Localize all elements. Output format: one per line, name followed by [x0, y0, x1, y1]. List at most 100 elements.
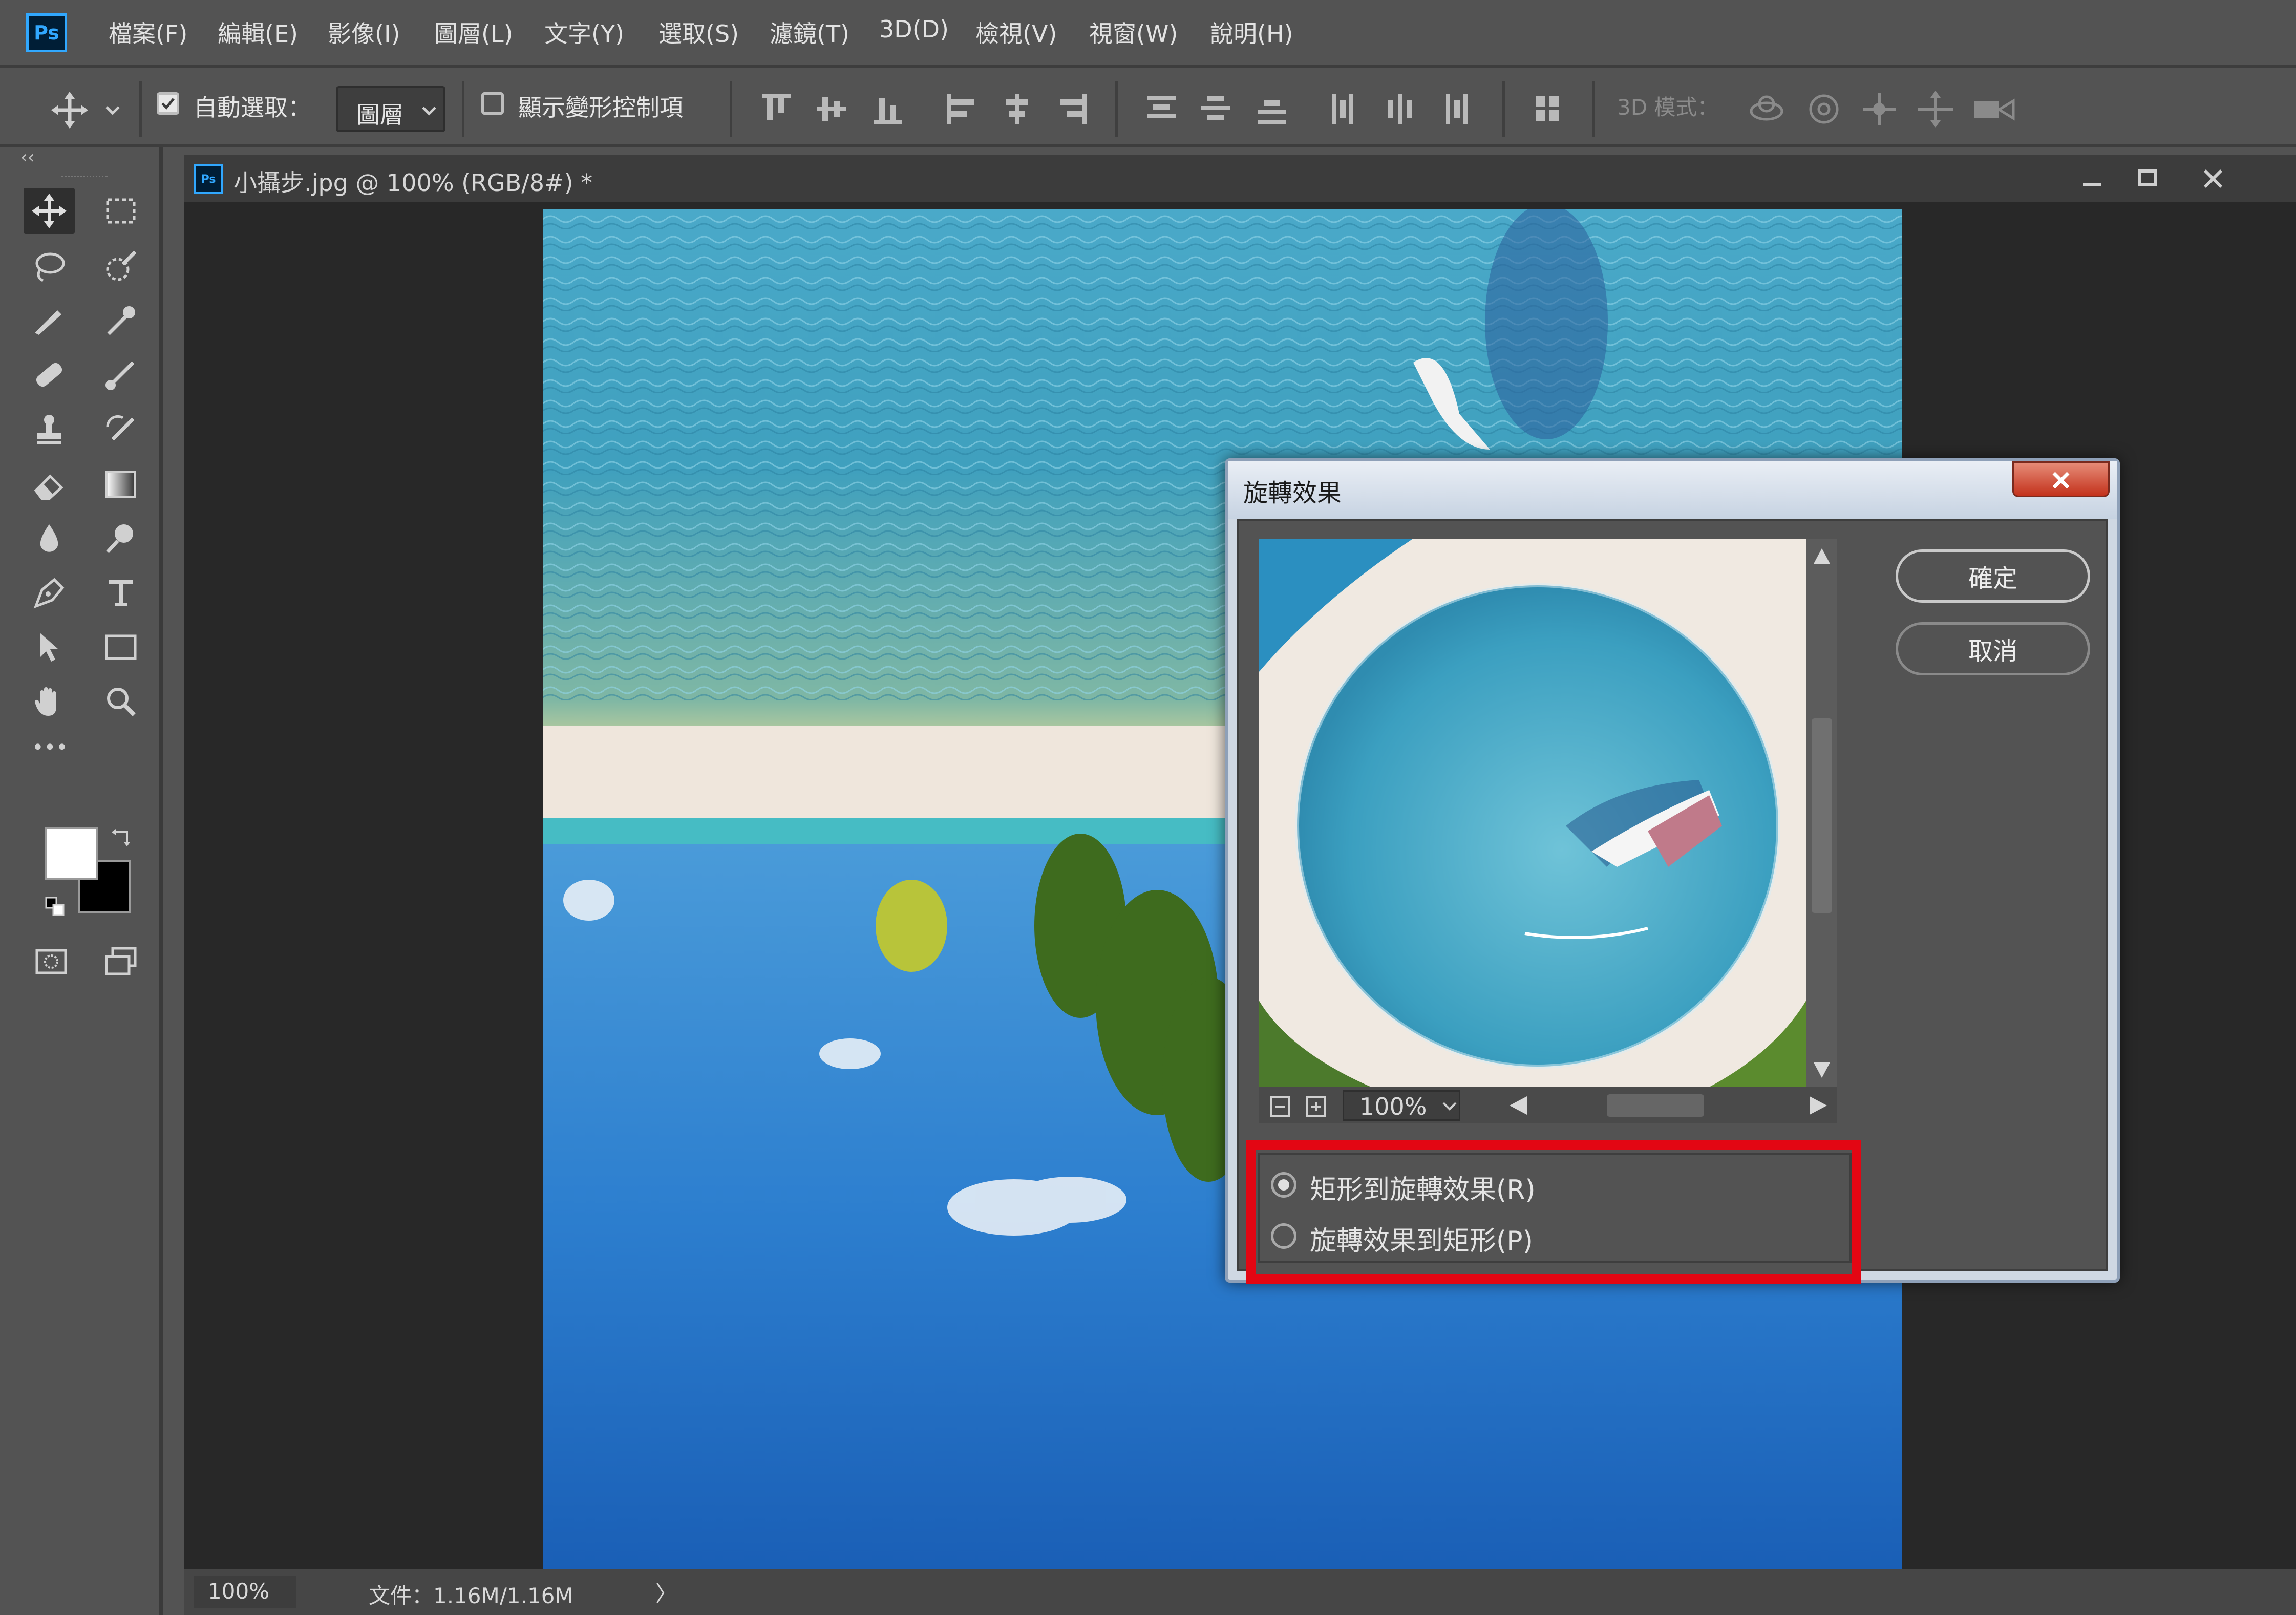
ok-button[interactable]: 確定	[1896, 549, 2090, 603]
distribute-vertical-center-icon[interactable]	[1201, 94, 1230, 124]
blur-tool-icon[interactable]	[24, 516, 75, 562]
quick-mask-icon[interactable]	[26, 939, 77, 985]
menu-select[interactable]: 選取(S)	[658, 15, 739, 49]
align-left-icon[interactable]	[947, 94, 976, 124]
distribute-left-icon[interactable]	[1330, 94, 1359, 124]
tools-panel: ‹‹ •••	[0, 147, 163, 1615]
document-title[interactable]: 小攝步.jpg @ 100% (RGB/8#) *	[233, 164, 592, 198]
preview-zoom-select[interactable]: 100%	[1343, 1090, 1460, 1121]
3d-camera-icon[interactable]	[1971, 89, 2017, 130]
menu-layer[interactable]: 圖層(L)	[434, 15, 513, 49]
distribute-bottom-icon[interactable]	[1258, 94, 1286, 124]
brush-tool-icon[interactable]	[95, 352, 146, 398]
align-top-icon[interactable]	[762, 94, 791, 124]
preview-zoom-bar: 100%	[1259, 1087, 1837, 1123]
3d-mode-label: 3D 模式：	[1617, 95, 1719, 120]
align-vertical-center-icon[interactable]	[817, 94, 846, 124]
default-colors-icon[interactable]	[44, 896, 67, 918]
menu-edit[interactable]: 編輯(E)	[218, 15, 298, 49]
hand-tool-icon[interactable]	[24, 678, 75, 725]
eraser-tool-icon[interactable]	[24, 461, 75, 507]
menu-filter[interactable]: 濾鏡(T)	[770, 15, 849, 49]
close-icon	[2052, 472, 2070, 489]
marquee-tool-icon[interactable]	[95, 188, 146, 234]
align-right-icon[interactable]	[1058, 94, 1087, 124]
move-tool-icon[interactable]	[24, 188, 75, 234]
type-tool-icon[interactable]	[95, 570, 146, 616]
preview-vertical-scrollbar[interactable]	[1806, 539, 1837, 1087]
menu-image[interactable]: 影像(I)	[328, 15, 400, 49]
3d-roll-icon[interactable]	[1803, 89, 1844, 130]
distribute-horizontal-center-icon[interactable]	[1386, 94, 1414, 124]
healing-brush-tool-icon[interactable]	[24, 352, 75, 398]
divider	[730, 81, 732, 137]
clone-stamp-tool-icon[interactable]	[24, 407, 75, 453]
scroll-up-icon[interactable]	[1812, 546, 1832, 567]
scroll-right-icon[interactable]	[1806, 1094, 1829, 1117]
minimize-icon[interactable]	[2064, 160, 2120, 197]
twirl-preview-image	[1259, 539, 1806, 1087]
swap-colors-icon[interactable]	[111, 826, 133, 848]
options-bar: 自動選取： 圖層 顯示變形控制項 3D 模式：	[0, 65, 2296, 147]
quick-selection-tool-icon[interactable]	[95, 243, 146, 289]
align-bottom-icon[interactable]	[874, 94, 902, 124]
scroll-left-icon[interactable]	[1507, 1094, 1530, 1117]
vertical-scroll-thumb[interactable]	[1812, 718, 1832, 913]
menu-view[interactable]: 檢視(V)	[975, 15, 1057, 49]
gradient-tool-icon[interactable]	[95, 461, 146, 507]
rectangle-tool-icon[interactable]	[95, 624, 146, 670]
align-horizontal-center-icon[interactable]	[1003, 94, 1031, 124]
rect-to-polar-label[interactable]: 矩形到旋轉效果(R)	[1310, 1168, 1536, 1206]
eyedropper-tool-icon[interactable]	[95, 298, 146, 344]
auto-select-target-value: 圖層	[356, 101, 403, 129]
auto-select-checkbox[interactable]	[157, 92, 179, 115]
scroll-down-icon[interactable]	[1812, 1059, 1832, 1080]
auto-align-layers-icon[interactable]	[1534, 94, 1563, 124]
divider	[462, 81, 464, 137]
show-transform-label: 顯示變形控制項	[518, 94, 683, 121]
menu-file[interactable]: 檔案(F)	[109, 15, 187, 49]
mode-options-group: 矩形到旋轉效果(R) 旋轉效果到矩形(P)	[1258, 1153, 1852, 1263]
distribute-top-icon[interactable]	[1147, 94, 1176, 124]
status-menu-arrow[interactable]: 〉	[655, 1577, 677, 1608]
horizontal-scroll-thumb[interactable]	[1607, 1094, 1704, 1117]
dodge-tool-icon[interactable]	[95, 516, 146, 562]
3d-orbit-icon[interactable]	[1746, 89, 1787, 130]
3d-slide-icon[interactable]	[1915, 89, 1956, 130]
twirl-preview[interactable]	[1259, 539, 1806, 1087]
menu-window[interactable]: 視窗(W)	[1089, 15, 1178, 49]
menu-3d[interactable]: 3D(D)	[879, 15, 949, 43]
move-tool-preset-icon[interactable]	[49, 90, 95, 131]
screen-mode-icon[interactable]	[95, 939, 146, 985]
mode-options-highlight: 矩形到旋轉效果(R) 旋轉效果到矩形(P)	[1246, 1140, 1861, 1284]
foreground-color-swatch-top[interactable]	[45, 827, 98, 880]
3d-pan-icon[interactable]	[1859, 89, 1900, 130]
auto-select-target-dropdown[interactable]: 圖層	[336, 86, 445, 132]
menu-type[interactable]: 文字(Y)	[544, 15, 624, 49]
path-selection-tool-icon[interactable]	[24, 624, 75, 670]
zoom-field[interactable]: 100%	[194, 1576, 296, 1608]
more-tools-icon[interactable]: •••	[32, 736, 68, 759]
pen-tool-icon[interactable]	[24, 570, 75, 616]
distribute-right-icon[interactable]	[1441, 94, 1470, 124]
zoom-in-icon[interactable]	[1306, 1096, 1326, 1117]
divider	[1592, 81, 1595, 137]
lasso-tool-icon[interactable]	[24, 243, 75, 289]
polar-to-rect-label[interactable]: 旋轉效果到矩形(P)	[1310, 1219, 1533, 1258]
zoom-tool-icon[interactable]	[95, 678, 146, 725]
rect-to-polar-radio[interactable]	[1271, 1172, 1296, 1198]
history-brush-tool-icon[interactable]	[95, 407, 146, 453]
collapse-panel-icon[interactable]: ‹‹	[20, 147, 34, 167]
polar-to-rect-radio[interactable]	[1271, 1223, 1296, 1249]
zoom-out-icon[interactable]	[1270, 1096, 1290, 1117]
cancel-button[interactable]: 取消	[1896, 622, 2090, 675]
menu-help[interactable]: 說明(H)	[1210, 15, 1293, 49]
divider	[1502, 81, 1505, 137]
maximize-icon[interactable]	[2120, 160, 2176, 197]
dialog-close-button[interactable]	[2012, 461, 2110, 497]
chevron-down-icon[interactable]	[102, 100, 123, 120]
dialog-titlebar: 旋轉效果	[1228, 461, 2117, 519]
close-icon[interactable]	[2176, 160, 2253, 197]
crop-tool-icon[interactable]	[24, 298, 75, 344]
show-transform-checkbox[interactable]	[481, 92, 504, 115]
